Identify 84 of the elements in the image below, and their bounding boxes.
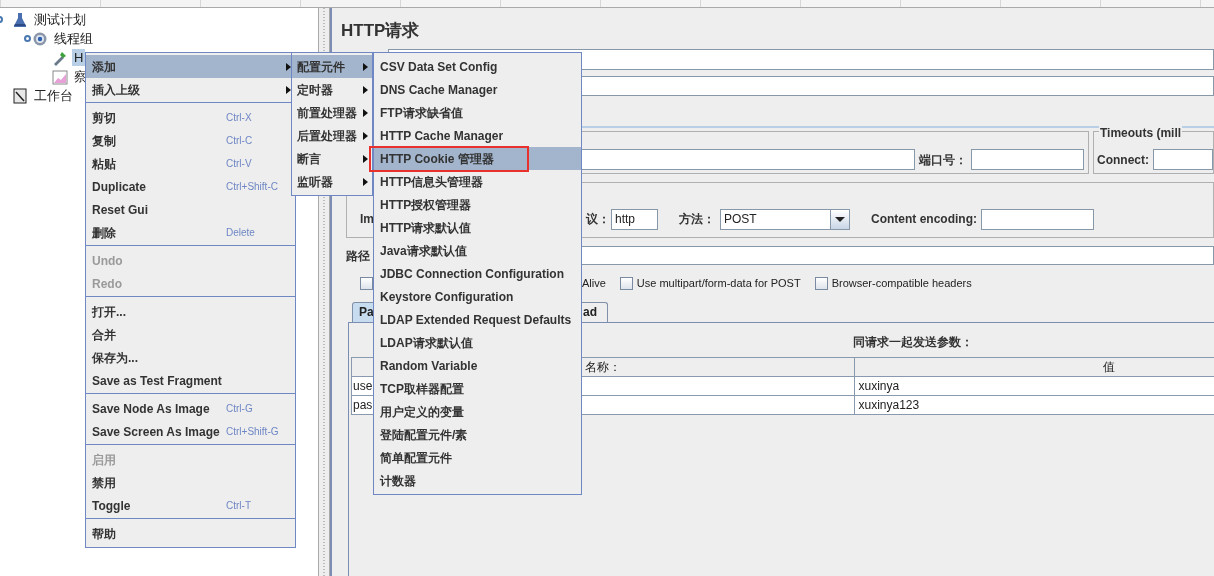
shortcut-text: Ctrl-G [226, 402, 253, 416]
checkbox[interactable] [360, 276, 373, 290]
menu-item[interactable]: 登陆配置元件/素 [374, 423, 581, 446]
encoding-field[interactable] [981, 208, 1094, 230]
checkbox-label: Use multipart/form-data for POST [636, 275, 801, 291]
field-label: Connect: [1097, 151, 1149, 169]
field-label: Content encoding: [871, 211, 977, 228]
menu-item[interactable]: 计数器 [374, 469, 581, 492]
menu-item[interactable]: 简单配置元件 [374, 446, 581, 469]
notepad-icon [12, 87, 28, 104]
shortcut-text: Ctrl+Shift-C [226, 180, 278, 194]
shortcut-text: Ctrl-V [226, 157, 252, 171]
tree-item[interactable]: 线程组 [52, 30, 95, 47]
menu-item[interactable]: Reset Gui [86, 198, 295, 221]
menu-item[interactable]: 断言 [292, 147, 372, 170]
menu-item[interactable]: JDBC Connection Configuration [374, 262, 581, 285]
tree-item[interactable]: 工作台 [32, 87, 75, 104]
menu-item[interactable]: LDAP请求默认值 [374, 331, 581, 354]
menu-item[interactable]: Save Screen As Image Ctrl+Shift-G [86, 420, 295, 443]
shortcut-text: Ctrl-X [226, 111, 252, 125]
menu-item[interactable]: Save Node As Image Ctrl-G [86, 397, 295, 420]
menu-item[interactable]: HTTP授权管理器 [374, 193, 581, 216]
menu-item[interactable]: 监听器 [292, 170, 372, 193]
checkbox[interactable] [814, 276, 828, 290]
menu-item[interactable]: 打开... [86, 300, 295, 323]
table-caption: 同请求一起发送参数： [853, 334, 973, 351]
submenu-arrow-icon [363, 154, 368, 163]
menu-item[interactable]: HTTP信息头管理器 [374, 170, 581, 193]
path-field[interactable] [580, 246, 1214, 265]
menu-item[interactable]: 后置处理器 [292, 124, 372, 147]
menu-item[interactable]: 删除 Delete [86, 221, 295, 244]
port-field[interactable] [971, 149, 1084, 170]
menu-item[interactable]: Keystore Configuration [374, 285, 581, 308]
tree-item[interactable]: 测试计划 [32, 11, 88, 28]
menu-item[interactable]: FTP请求缺省值 [374, 101, 581, 124]
field-label: 议： [586, 211, 610, 228]
group-title: Timeouts (mill [1099, 124, 1183, 142]
gear-icon [32, 30, 48, 47]
submenu-arrow-icon [363, 131, 368, 140]
tree-item[interactable]: H [72, 49, 86, 66]
method-dropdown[interactable]: POST [720, 208, 850, 230]
menu-item[interactable]: 粘贴 Ctrl-V [86, 152, 295, 175]
checkbox-label: Alive [582, 275, 606, 291]
protocol-field[interactable]: http [611, 208, 658, 230]
connect-field[interactable] [1153, 149, 1213, 170]
shortcut-text: Delete [226, 226, 255, 240]
expand-handle-icon[interactable] [24, 35, 31, 42]
menu-item[interactable]: DNS Cache Manager [374, 78, 581, 101]
flask-icon [12, 11, 28, 28]
shortcut-text: Ctrl+Shift-G [226, 425, 279, 439]
field-label: 方法： [679, 211, 715, 228]
menu-item[interactable]: 帮助 [86, 522, 295, 545]
pipette-icon [52, 49, 68, 66]
menu-item[interactable]: Java请求默认值 [374, 239, 581, 262]
menu-item[interactable]: 定时器 [292, 78, 372, 101]
menu-item[interactable]: Toggle Ctrl-T [86, 494, 295, 517]
checkbox[interactable] [619, 276, 633, 290]
menu-item[interactable]: CSV Data Set Config [374, 55, 581, 78]
menu-item[interactable]: HTTP Cache Manager [374, 124, 581, 147]
checkbox-label: Browser-compatible headers [831, 275, 972, 291]
panel-title: HTTP请求 [341, 20, 421, 42]
shortcut-text: Ctrl-T [226, 499, 251, 513]
field-label: 路径 [346, 247, 370, 265]
menu-item[interactable]: HTTP请求默认值 [374, 216, 581, 239]
menu-item[interactable]: 复制 Ctrl-C [86, 129, 295, 152]
submenu-arrow-icon [363, 108, 368, 117]
chart-icon [52, 68, 68, 85]
menu-item[interactable]: Duplicate Ctrl+Shift-C [86, 175, 295, 198]
submenu-arrow-icon [363, 62, 368, 71]
menu-item[interactable]: 保存为... [86, 346, 295, 369]
submenu-arrow-icon [363, 85, 368, 94]
menu-item[interactable]: 前置处理器 [292, 101, 372, 124]
menu-item[interactable]: 配置元件 [292, 55, 372, 78]
menu-item[interactable]: 合并 [86, 323, 295, 346]
field-label: Im [360, 211, 374, 228]
submenu-arrow-icon [363, 177, 368, 186]
field-label: 端口号： [919, 151, 967, 169]
shortcut-text: Ctrl-C [226, 134, 253, 148]
menu-item[interactable]: Random Variable [374, 354, 581, 377]
menu-item[interactable]: 剪切 Ctrl-X [86, 106, 295, 129]
menu-item[interactable]: 禁用 [86, 471, 295, 494]
menu-item[interactable]: LDAP Extended Request Defaults [374, 308, 581, 331]
menu-item[interactable]: Save as Test Fragment [86, 369, 295, 392]
column-header[interactable]: 值 [855, 357, 1214, 377]
